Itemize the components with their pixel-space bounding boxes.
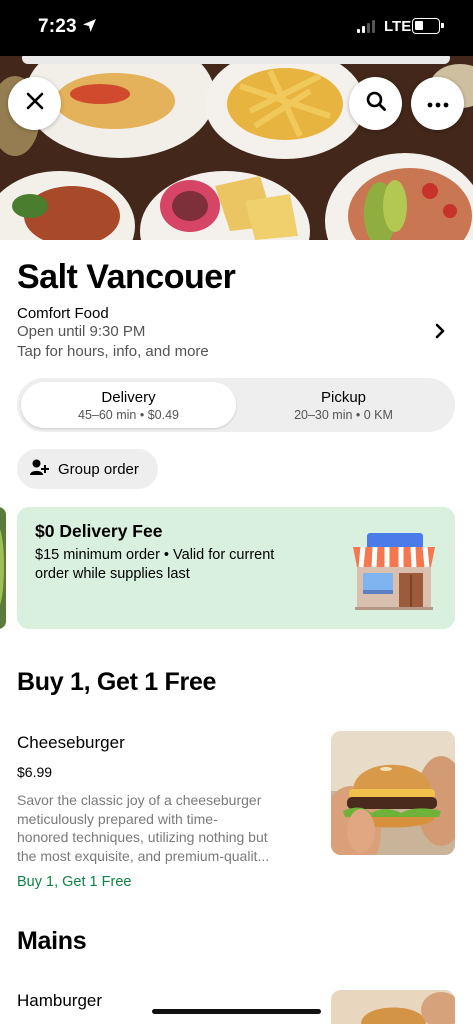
delivery-label: Delivery <box>101 389 156 406</box>
item-description-line: honored techniques, utilizing nothing bu… <box>17 829 268 845</box>
status-bar: 7:23 LTE <box>0 0 473 56</box>
item-description-line: Savor the classic joy of a cheeseburger <box>17 792 262 808</box>
promo-title: $0 Delivery Fee <box>35 521 163 541</box>
item-description-line: meticulously prepared with time- <box>17 810 218 827</box>
item-price: $6.99 <box>17 764 53 780</box>
search-button[interactable] <box>349 77 402 130</box>
delivery-option[interactable]: Delivery 45–60 min • $0.49 <box>21 382 236 428</box>
more-horizontal-icon <box>427 95 449 113</box>
more-options-button[interactable] <box>411 77 464 130</box>
sheet-edge <box>22 56 450 64</box>
delivery-detail: 45–60 min • $0.49 <box>78 408 179 422</box>
search-icon <box>365 90 387 117</box>
chevron-right-icon[interactable] <box>434 322 446 345</box>
section-title-deal: Buy 1, Get 1 Free <box>17 668 217 696</box>
restaurant-hours[interactable]: Open until 9:30 PM <box>17 323 145 340</box>
home-indicator[interactable] <box>152 1009 321 1014</box>
promo-description-line: $15 minimum order • Valid for current <box>35 547 275 563</box>
fulfillment-toggle: Delivery 45–60 min • $0.49 Pickup 20–30 … <box>17 378 455 432</box>
hero-image <box>0 56 473 240</box>
battery-icon <box>412 18 444 34</box>
add-person-icon <box>30 459 49 480</box>
section-title-mains: Mains <box>17 927 87 955</box>
item-description: Savor the classic joy of a cheeseburger … <box>17 791 317 865</box>
promo-description-line: order while supplies last <box>35 566 190 582</box>
previous-promo-card[interactable] <box>0 507 6 629</box>
item-image[interactable] <box>331 731 455 855</box>
close-icon <box>26 92 44 115</box>
restaurant-info-hint[interactable]: Tap for hours, info, and more <box>17 343 209 360</box>
status-time: 7:23 <box>38 16 77 37</box>
promo-description: $15 minimum order • Valid for current or… <box>35 546 325 584</box>
storefront-icon <box>351 529 437 616</box>
location-arrow-icon <box>82 18 97 38</box>
group-order-label: Group order <box>58 460 139 478</box>
item-promo-badge: Buy 1, Get 1 Free <box>17 874 132 890</box>
restaurant-category: Comfort Food <box>17 305 109 322</box>
promo-card[interactable]: $0 Delivery Fee $15 minimum order • Vali… <box>17 507 455 629</box>
network-type: LTE <box>384 18 412 35</box>
group-order-button[interactable]: Group order <box>17 449 158 489</box>
food-photo <box>0 56 473 240</box>
item-name: Cheeseburger <box>17 733 125 752</box>
item-description-line: the most exquisite, and premium-qualit..… <box>17 847 270 864</box>
pickup-label: Pickup <box>320 389 367 406</box>
pickup-detail: 20–30 min • 0 KM <box>294 408 393 422</box>
pickup-option[interactable]: Pickup 20–30 min • 0 KM <box>236 382 451 428</box>
restaurant-name: Salt Vancouer <box>17 258 236 296</box>
item-image[interactable] <box>331 990 455 1024</box>
signal-strength-icon <box>357 20 375 33</box>
item-name: Hamburger <box>17 991 103 1010</box>
close-button[interactable] <box>8 77 61 130</box>
